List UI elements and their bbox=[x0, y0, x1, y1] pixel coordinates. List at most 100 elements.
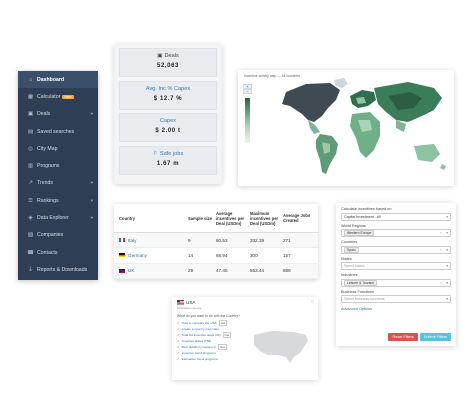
business-label: Business Functions bbox=[341, 289, 374, 294]
chevron-down-icon: ▾ bbox=[90, 180, 93, 186]
sidebar-item-contacts[interactable]: ☎ Contacts bbox=[18, 244, 98, 261]
clear-icon[interactable]: × bbox=[440, 248, 442, 252]
filter-buttons: Reset Filters Submit Filters bbox=[388, 333, 451, 341]
basis-value: Capital Investment - All bbox=[344, 214, 381, 219]
cell-sample: 29 bbox=[188, 268, 194, 274]
cell-avg: 68.94 bbox=[216, 252, 228, 258]
world-map[interactable] bbox=[238, 70, 454, 186]
sidebar-item-label: Deals bbox=[37, 111, 51, 118]
italy-flag-icon bbox=[119, 238, 125, 243]
usa-action-text[interactable]: Incentive trend programs bbox=[182, 351, 216, 355]
countries-chip[interactable]: Spain bbox=[344, 246, 359, 253]
sidebar-item-label: City Map bbox=[37, 145, 58, 152]
filters-title: Calculate incentives based on bbox=[341, 207, 392, 211]
continent-asia[interactable] bbox=[374, 82, 442, 132]
usa-action-text[interactable]: Incentive states (158) bbox=[182, 339, 212, 343]
continent-europe[interactable] bbox=[350, 90, 376, 108]
header-avg[interactable]: Average incentives per Deal (USDm) bbox=[216, 211, 250, 226]
usa-action-text[interactable]: Create a country map state bbox=[182, 327, 219, 331]
sidebar-item-trends[interactable]: ↗ Trends ▾ bbox=[18, 175, 98, 192]
usa-action-text[interactable]: Best details by regions in bbox=[182, 345, 216, 349]
germany-flag-icon bbox=[119, 253, 125, 258]
sidebar-item-calculator[interactable]: ▦ Calculator New bbox=[18, 88, 98, 105]
table-row[interactable]: Italy 9 80.53 332.39 271 bbox=[114, 233, 318, 249]
get-button[interactable]: Get bbox=[222, 332, 232, 338]
sidebar-item-label: Data Explorer bbox=[37, 215, 69, 222]
chevron-down-icon: ▾ bbox=[446, 247, 448, 252]
get-button[interactable]: Get bbox=[218, 344, 227, 350]
industries-select[interactable]: Leisure & Tourism × ▾ bbox=[341, 278, 451, 287]
continent-oceania[interactable] bbox=[414, 144, 446, 170]
cell-jobs: 271 bbox=[283, 237, 291, 243]
sidebar-item-programs[interactable]: ▥ Programs bbox=[18, 157, 98, 174]
close-icon[interactable]: ○ bbox=[311, 299, 314, 305]
usa-map[interactable] bbox=[250, 327, 310, 365]
usa-action-text[interactable]: How to compare the USA bbox=[182, 321, 217, 325]
programs-icon: ▥ bbox=[27, 163, 34, 170]
stat-value: 1.67 m bbox=[156, 160, 180, 167]
country-name[interactable]: Italy bbox=[128, 238, 136, 243]
continent-north-america[interactable] bbox=[282, 78, 348, 134]
country-name[interactable]: UK bbox=[128, 268, 134, 273]
table-row[interactable]: UK 29 47.45 553.44 688 bbox=[114, 263, 318, 279]
stat-label: ⚐ Safe jobs bbox=[120, 151, 216, 157]
basis-select[interactable]: Capital Investment - All ▾ bbox=[341, 212, 451, 221]
industries-chip[interactable]: Leisure & Tourism bbox=[344, 279, 378, 286]
uk-flag-icon bbox=[119, 268, 125, 273]
sidebar-item-data-explorer[interactable]: ◈ Data Explorer ▾ bbox=[18, 209, 98, 226]
explorer-icon: ◈ bbox=[28, 215, 33, 222]
contacts-icon: ☎ bbox=[27, 249, 34, 256]
calculator-icon: ▦ bbox=[27, 93, 34, 100]
cell-max: 332.39 bbox=[250, 237, 265, 243]
stat-value: $ 2.00 t bbox=[155, 128, 181, 134]
cell-country[interactable]: Germany bbox=[114, 253, 188, 258]
header-sample[interactable]: Sample size bbox=[188, 216, 216, 221]
table-row[interactable]: Germany 14 68.94 300 157 bbox=[114, 248, 318, 264]
header-max[interactable]: Maximum incentives per Deal (USDm) bbox=[250, 211, 283, 226]
sidebar-item-dashboard[interactable]: ⌂ Dashboard bbox=[18, 71, 98, 89]
chevron-down-icon: ▾ bbox=[90, 197, 93, 203]
countries-select[interactable]: Spain × ▾ bbox=[341, 245, 451, 254]
incentives-table: Country Sample size Average incentives p… bbox=[114, 204, 318, 279]
table-body: Italy 9 80.53 332.39 271 Germany 14 68.94 300 157… bbox=[114, 233, 318, 279]
states-select[interactable]: Select states ▾ bbox=[341, 262, 451, 270]
sidebar-item-label: Companies bbox=[37, 232, 64, 239]
sidebar-item-label: Contacts bbox=[37, 249, 58, 256]
clear-icon[interactable]: × bbox=[440, 281, 442, 285]
get-button[interactable]: Get bbox=[218, 320, 228, 326]
cell-avg: 80.53 bbox=[216, 237, 228, 243]
country-card-usa: USA Incentives country ○ What do you wan… bbox=[172, 297, 318, 380]
usa-flag-icon bbox=[177, 300, 184, 305]
new-badge: New bbox=[62, 94, 74, 99]
check-icon: ✔ bbox=[177, 321, 180, 325]
sidebar-item-companies[interactable]: ▧ Companies bbox=[18, 227, 98, 244]
chevron-down-icon: ▾ bbox=[90, 215, 93, 221]
continent-africa[interactable] bbox=[350, 112, 380, 158]
cell-sample: 14 bbox=[188, 252, 194, 258]
sidebar-item-reports-downloads[interactable]: ⤓ Reports & Downloads bbox=[18, 261, 98, 278]
submit-filters-button[interactable]: Submit Filters bbox=[419, 333, 451, 341]
reset-filters-button[interactable]: Reset Filters bbox=[388, 333, 418, 341]
header-jobs[interactable]: Average Jobs Created bbox=[283, 213, 316, 223]
check-icon: ✔ bbox=[177, 351, 180, 355]
dashboard-icon: ⌂ bbox=[28, 76, 33, 83]
sidebar-item-city-map[interactable]: ◎ City Map bbox=[18, 140, 98, 157]
advanced-options-link[interactable]: Advanced Options bbox=[341, 307, 451, 311]
world-regions-chip[interactable]: Western Europe bbox=[344, 230, 375, 236]
cell-country[interactable]: Italy bbox=[114, 238, 188, 243]
clear-icon[interactable]: × bbox=[440, 231, 442, 235]
continent-south-america[interactable] bbox=[316, 134, 338, 174]
stat-label: ▣ Deals bbox=[120, 53, 216, 59]
business-select[interactable]: Select business functions ▾ bbox=[341, 295, 451, 303]
cell-country[interactable]: UK bbox=[114, 268, 188, 273]
usa-action-text[interactable]: Total list incentive deals (38) bbox=[182, 333, 221, 337]
sidebar-item-saved-searches[interactable]: ▤ Saved searches bbox=[18, 123, 98, 140]
sidebar-item-deals[interactable]: ▣ Deals ▾ bbox=[18, 106, 98, 123]
stat-label-text: Avg. Inc % Capex bbox=[145, 85, 191, 92]
country-name[interactable]: Germany bbox=[128, 253, 147, 258]
sidebar-item-label: Rankings bbox=[37, 197, 59, 204]
usa-action-text[interactable]: Estimation trend programs bbox=[182, 357, 218, 361]
world-regions-select[interactable]: Western Europe × ▾ bbox=[341, 229, 451, 237]
header-country[interactable]: Country bbox=[114, 216, 188, 221]
sidebar-item-rankings[interactable]: ☰ Rankings ▾ bbox=[18, 192, 98, 209]
